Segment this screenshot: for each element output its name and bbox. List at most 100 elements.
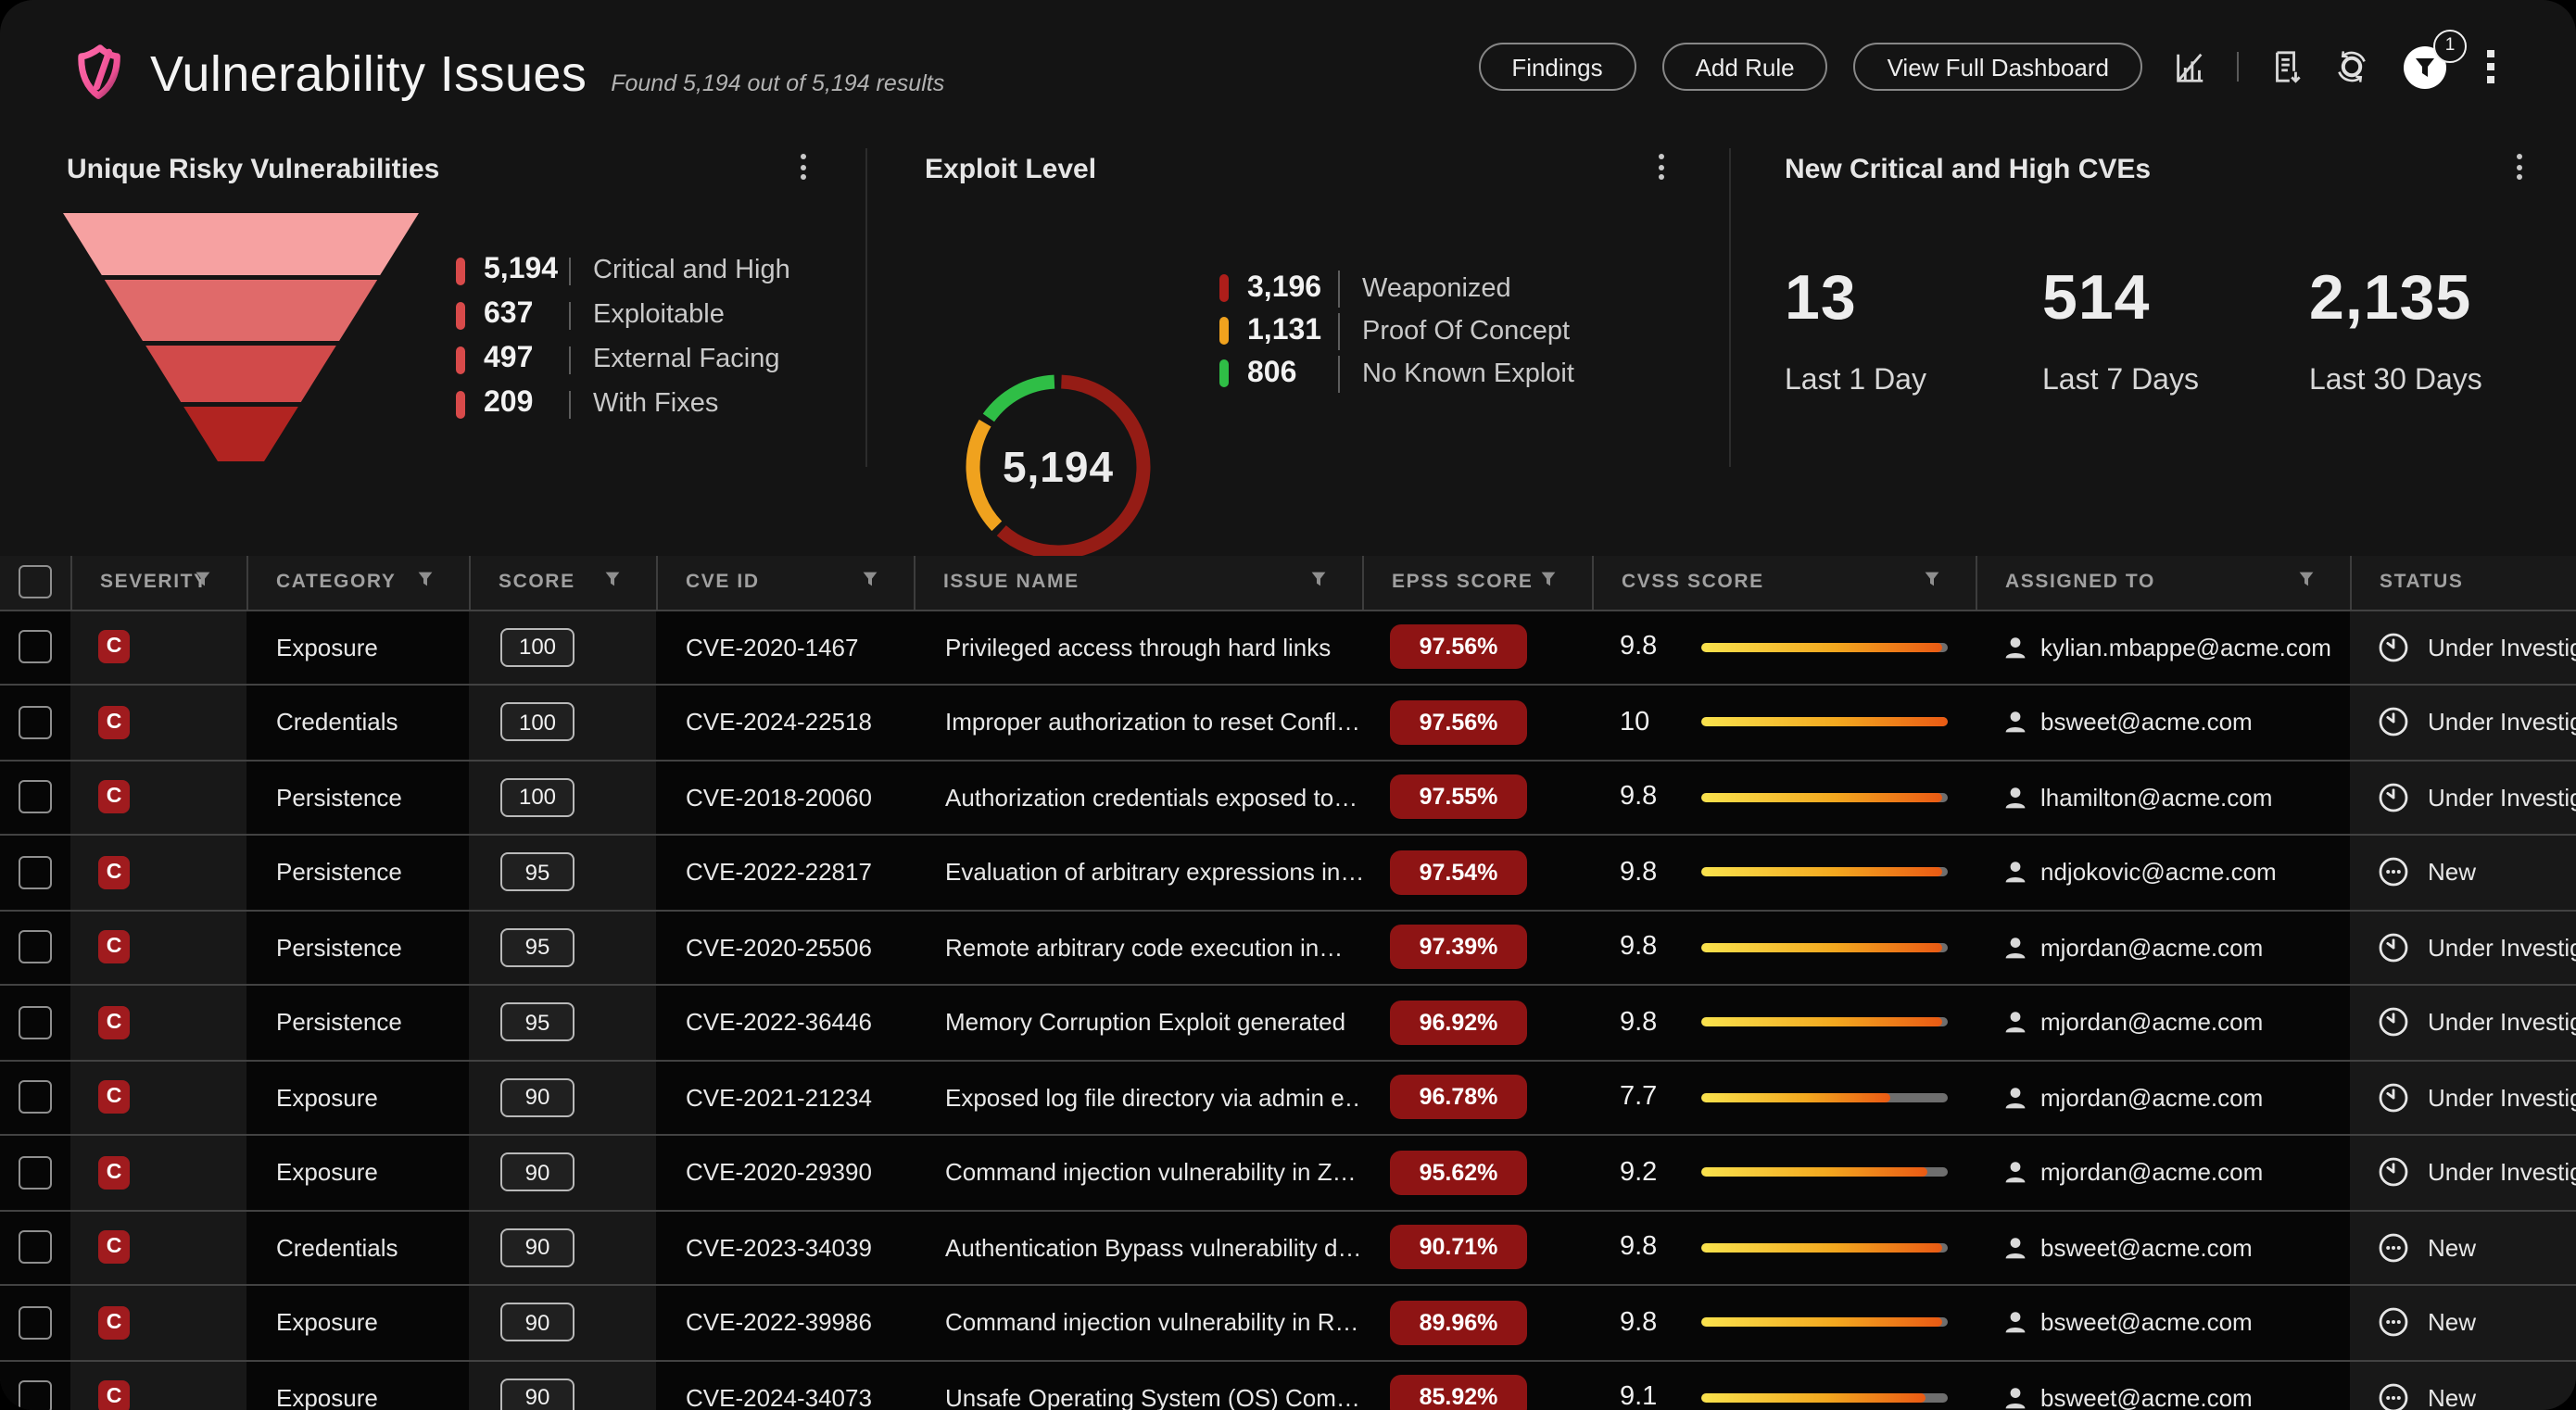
stat-label: Last 1 Day <box>1785 365 1926 398</box>
checkbox-cell <box>0 1061 70 1134</box>
view-full-dashboard-button[interactable]: View Full Dashboard <box>1854 43 2142 91</box>
table-row[interactable]: C Persistence 95 CVE-2022-22817 Evaluati… <box>0 836 2576 911</box>
table-row[interactable]: C Credentials 100 CVE-2024-22518 Imprope… <box>0 686 2576 761</box>
table-row[interactable]: C Exposure 100 CVE-2020-1467 Privileged … <box>0 611 2576 686</box>
row-checkbox[interactable] <box>19 1381 52 1410</box>
column-header-category[interactable]: CATEGORY <box>246 556 469 609</box>
assignee-email: mjordan@acme.com <box>2040 1084 2263 1112</box>
column-header-assigned-to[interactable]: ASSIGNED TO <box>1976 556 2350 609</box>
row-checkbox[interactable] <box>19 631 52 664</box>
epss-score-badge: 89.96% <box>1390 1301 1527 1345</box>
row-checkbox[interactable] <box>19 1081 52 1114</box>
cvss-score-value: 9.8 <box>1620 633 1701 662</box>
findings-button[interactable]: Findings <box>1478 43 1635 91</box>
person-icon <box>2003 1086 2027 1110</box>
issue-name-cell: Command injection vulnerability in R… <box>914 1286 1362 1359</box>
new-cves-panel-title: New Critical and High CVEs <box>1785 154 2151 185</box>
header-kebab-menu[interactable] <box>2487 47 2494 86</box>
column-header-status[interactable]: STATUS <box>2350 556 2576 609</box>
select-all-cell <box>0 556 70 609</box>
category-value: Credentials <box>276 709 398 736</box>
cvss-score-cell: 9.8 <box>1592 1211 1976 1284</box>
cve-id-cell: CVE-2020-25506 <box>656 911 914 984</box>
row-checkbox[interactable] <box>19 931 52 964</box>
epss-score-cell: 97.54% <box>1362 836 1592 909</box>
cvss-score-bar <box>1701 868 1948 877</box>
epss-score-cell: 89.96% <box>1362 1286 1592 1359</box>
table-row[interactable]: C Exposure 90 CVE-2021-21234 Exposed log… <box>0 1061 2576 1136</box>
column-header-issue-name[interactable]: ISSUE NAME <box>914 556 1362 609</box>
cve-id-value: CVE-2024-22518 <box>686 709 872 736</box>
column-header-epss-score[interactable]: EPSS SCORE <box>1362 556 1592 609</box>
epss-score-badge: 95.62% <box>1390 1151 1527 1195</box>
exploit-panel-menu[interactable] <box>1659 152 1664 183</box>
person-icon <box>2003 1386 2027 1410</box>
cvss-score-cell: 9.8 <box>1592 611 1976 684</box>
sync-icon[interactable] <box>2333 48 2370 85</box>
column-header-cve-id[interactable]: CVE ID <box>656 556 914 609</box>
row-checkbox[interactable] <box>19 1306 52 1340</box>
row-checkbox[interactable] <box>19 1006 52 1039</box>
column-header-score[interactable]: SCORE <box>469 556 656 609</box>
cve-id-cell: CVE-2020-1467 <box>656 611 914 684</box>
select-all-checkbox[interactable] <box>19 566 52 599</box>
issue-name-cell: Exposed log file directory via admin e… <box>914 1061 1362 1134</box>
status-label: Under Investig <box>2428 934 2576 962</box>
table-row[interactable]: C Persistence 100 CVE-2018-20060 Authori… <box>0 761 2576 836</box>
severity-badge: C <box>98 1006 130 1039</box>
row-checkbox[interactable] <box>19 856 52 889</box>
vulnerability-table: SEVERITY CATEGORY SCORE CVE ID ISSUE NAM… <box>0 556 2576 1410</box>
brand: Vulnerability Issues Found 5,194 out of … <box>74 31 944 103</box>
severity-cell: C <box>70 911 246 984</box>
assignee-email: lhamilton@acme.com <box>2040 784 2272 812</box>
assignee-email: mjordan@acme.com <box>2040 934 2263 962</box>
checkbox-cell <box>0 686 70 759</box>
score-badge: 95 <box>500 853 575 892</box>
table-header: SEVERITY CATEGORY SCORE CVE ID ISSUE NAM… <box>0 556 2576 611</box>
row-checkbox[interactable] <box>19 781 52 814</box>
summary-panels: Unique Risky Vulnerabilities 5,194 Criti… <box>0 133 2576 556</box>
severity-badge: C <box>98 856 130 889</box>
severity-badge: C <box>98 1381 130 1410</box>
export-report-icon[interactable] <box>2268 48 2304 85</box>
checkbox-cell <box>0 761 70 834</box>
funnel-panel-menu[interactable] <box>801 152 806 183</box>
new-status-icon <box>2378 1382 2409 1410</box>
under-investigation-clock-icon <box>2378 782 2409 813</box>
category-value: Exposure <box>276 1384 378 1410</box>
row-checkbox[interactable] <box>19 1156 52 1190</box>
severity-cell: C <box>70 1061 246 1134</box>
issue-name-value: Exposed log file directory via admin e… <box>945 1084 1362 1112</box>
add-rule-button[interactable]: Add Rule <box>1662 43 1828 91</box>
new-cves-panel-menu[interactable] <box>2517 152 2522 183</box>
filter-avatar[interactable]: 1 <box>2404 45 2446 88</box>
category-cell: Exposure <box>246 1136 469 1209</box>
table-row[interactable]: C Exposure 90 CVE-2024-34073 Unsafe Oper… <box>0 1361 2576 1410</box>
epss-score-badge: 96.78% <box>1390 1076 1527 1120</box>
table-row[interactable]: C Exposure 90 CVE-2022-39986 Command inj… <box>0 1286 2576 1361</box>
donut-total: 5,194 <box>947 356 1169 578</box>
table-row[interactable]: C Credentials 90 CVE-2023-34039 Authenti… <box>0 1211 2576 1286</box>
cvss-score-bar <box>1701 718 1948 727</box>
row-checkbox[interactable] <box>19 706 52 739</box>
table-row[interactable]: C Exposure 90 CVE-2020-29390 Command inj… <box>0 1136 2576 1211</box>
issue-name-value: Authorization credentials exposed to… <box>945 784 1357 812</box>
issue-name-value: Remote arbitrary code execution in… <box>945 934 1343 962</box>
filter-avatar-circle[interactable]: 1 <box>2404 45 2446 88</box>
chart-toggle-icon[interactable] <box>2172 49 2207 84</box>
epss-score-badge: 96.92% <box>1390 1001 1527 1045</box>
cvss-score-cell: 9.8 <box>1592 1286 1976 1359</box>
assignee-email: bsweet@acme.com <box>2040 1309 2253 1337</box>
row-checkbox[interactable] <box>19 1231 52 1265</box>
column-header-severity[interactable]: SEVERITY <box>70 556 246 609</box>
status-label: Under Investig <box>2428 1009 2576 1037</box>
assignee-email: ndjokovic@acme.com <box>2040 859 2277 887</box>
category-cell: Credentials <box>246 686 469 759</box>
table-row[interactable]: C Persistence 95 CVE-2022-36446 Memory C… <box>0 986 2576 1061</box>
panel-divider <box>1729 148 1731 467</box>
issue-name-cell: Memory Corruption Exploit generated <box>914 986 1362 1059</box>
table-row[interactable]: C Persistence 95 CVE-2020-25506 Remote a… <box>0 911 2576 986</box>
legend-label: Exploitable <box>593 300 725 330</box>
column-header-cvss-score[interactable]: CVSS SCORE <box>1592 556 1976 609</box>
exploit-panel-title: Exploit Level <box>925 154 1096 185</box>
